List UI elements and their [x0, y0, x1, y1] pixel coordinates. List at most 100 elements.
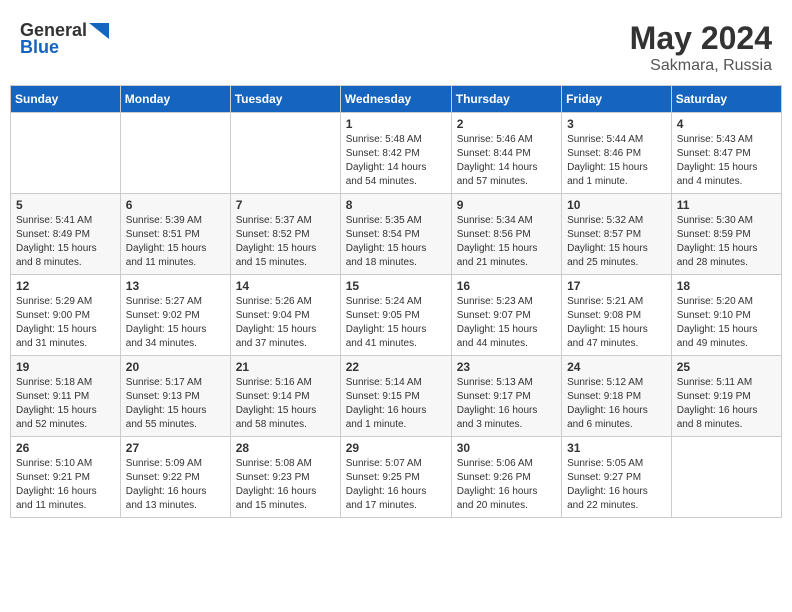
day-number: 28 [236, 441, 335, 455]
day-info: Sunrise: 5:10 AM Sunset: 9:21 PM Dayligh… [16, 457, 115, 513]
calendar-cell: 1 Sunrise: 5:48 AM Sunset: 8:42 PM Daylig… [340, 113, 451, 194]
day-number: 3 [567, 117, 666, 131]
day-info: Sunrise: 5:30 AM Sunset: 8:59 PM Dayligh… [677, 214, 776, 270]
day-number: 8 [346, 198, 446, 212]
day-number: 6 [126, 198, 225, 212]
day-info: Sunrise: 5:39 AM Sunset: 8:51 PM Dayligh… [126, 214, 225, 270]
calendar-cell: 19 Sunrise: 5:18 AM Sunset: 9:11 PM Dayli… [11, 356, 121, 437]
calendar-cell: 26Sunrise: 5:10 AM Sunset: 9:21 PM Dayli… [11, 437, 121, 518]
day-info: Sunrise: 5:17 AM Sunset: 9:13 PM Dayligh… [126, 376, 225, 432]
calendar-cell: 13Sunrise: 5:27 AM Sunset: 9:02 PM Dayli… [120, 275, 230, 356]
calendar-cell: 9 Sunrise: 5:34 AM Sunset: 8:56 PM Daylig… [451, 194, 561, 275]
day-info: Sunrise: 5:29 AM Sunset: 9:00 PM Dayligh… [16, 295, 115, 351]
calendar-cell [120, 113, 230, 194]
calendar-week-row: 1 Sunrise: 5:48 AM Sunset: 8:42 PM Daylig… [11, 113, 782, 194]
calendar-cell: 29 Sunrise: 5:07 AM Sunset: 9:25 PM Dayli… [340, 437, 451, 518]
day-number: 17 [567, 279, 666, 293]
column-header-saturday: Saturday [671, 86, 781, 113]
month-year-title: May 2024 [630, 20, 772, 57]
day-number: 16 [457, 279, 556, 293]
day-number: 10 [567, 198, 666, 212]
day-number: 24 [567, 360, 666, 374]
calendar-cell: 3Sunrise: 5:44 AM Sunset: 8:46 PM Daylig… [562, 113, 672, 194]
day-info: Sunrise: 5:06 AM Sunset: 9:26 PM Dayligh… [457, 457, 556, 513]
calendar-cell [11, 113, 121, 194]
day-number: 20 [126, 360, 225, 374]
day-number: 13 [126, 279, 225, 293]
day-number: 5 [16, 198, 115, 212]
day-info: Sunrise: 5:34 AM Sunset: 8:56 PM Dayligh… [457, 214, 556, 270]
location-subtitle: Sakmara, Russia [630, 57, 772, 75]
day-number: 23 [457, 360, 556, 374]
day-number: 1 [346, 117, 446, 131]
calendar-header-row: SundayMondayTuesdayWednesdayThursdayFrid… [11, 86, 782, 113]
column-header-tuesday: Tuesday [230, 86, 340, 113]
calendar-cell: 27 Sunrise: 5:09 AM Sunset: 9:22 PM Dayli… [120, 437, 230, 518]
day-number: 25 [677, 360, 776, 374]
day-info: Sunrise: 5:43 AM Sunset: 8:47 PM Dayligh… [677, 133, 776, 189]
day-number: 21 [236, 360, 335, 374]
day-info: Sunrise: 5:13 AM Sunset: 9:17 PM Dayligh… [457, 376, 556, 432]
calendar-cell: 11Sunrise: 5:30 AM Sunset: 8:59 PM Dayli… [671, 194, 781, 275]
day-number: 27 [126, 441, 225, 455]
day-number: 2 [457, 117, 556, 131]
calendar-cell: 16Sunrise: 5:23 AM Sunset: 9:07 PM Dayli… [451, 275, 561, 356]
calendar-cell: 31 Sunrise: 5:05 AM Sunset: 9:27 PM Dayli… [562, 437, 672, 518]
day-info: Sunrise: 5:12 AM Sunset: 9:18 PM Dayligh… [567, 376, 666, 432]
calendar-week-row: 19 Sunrise: 5:18 AM Sunset: 9:11 PM Dayli… [11, 356, 782, 437]
calendar-week-row: 26Sunrise: 5:10 AM Sunset: 9:21 PM Dayli… [11, 437, 782, 518]
day-number: 31 [567, 441, 666, 455]
column-header-thursday: Thursday [451, 86, 561, 113]
calendar-cell: 30 Sunrise: 5:06 AM Sunset: 9:26 PM Dayli… [451, 437, 561, 518]
day-number: 19 [16, 360, 115, 374]
calendar-cell: 5 Sunrise: 5:41 AM Sunset: 8:49 PM Daylig… [11, 194, 121, 275]
day-info: Sunrise: 5:05 AM Sunset: 9:27 PM Dayligh… [567, 457, 666, 513]
day-number: 7 [236, 198, 335, 212]
calendar-week-row: 12Sunrise: 5:29 AM Sunset: 9:00 PM Dayli… [11, 275, 782, 356]
calendar-cell: 25 Sunrise: 5:11 AM Sunset: 9:19 PM Dayli… [671, 356, 781, 437]
day-number: 9 [457, 198, 556, 212]
page-header: General Blue May 2024 Sakmara, Russia [10, 10, 782, 80]
calendar-cell: 18Sunrise: 5:20 AM Sunset: 9:10 PM Dayli… [671, 275, 781, 356]
day-number: 15 [346, 279, 446, 293]
title-block: May 2024 Sakmara, Russia [630, 20, 772, 75]
day-info: Sunrise: 5:16 AM Sunset: 9:14 PM Dayligh… [236, 376, 335, 432]
day-info: Sunrise: 5:14 AM Sunset: 9:15 PM Dayligh… [346, 376, 446, 432]
day-info: Sunrise: 5:41 AM Sunset: 8:49 PM Dayligh… [16, 214, 115, 270]
day-number: 29 [346, 441, 446, 455]
calendar-cell: 12Sunrise: 5:29 AM Sunset: 9:00 PM Dayli… [11, 275, 121, 356]
day-info: Sunrise: 5:07 AM Sunset: 9:25 PM Dayligh… [346, 457, 446, 513]
column-header-sunday: Sunday [11, 86, 121, 113]
day-number: 30 [457, 441, 556, 455]
day-info: Sunrise: 5:18 AM Sunset: 9:11 PM Dayligh… [16, 376, 115, 432]
calendar-cell: 21 Sunrise: 5:16 AM Sunset: 9:14 PM Dayli… [230, 356, 340, 437]
column-header-monday: Monday [120, 86, 230, 113]
day-info: Sunrise: 5:26 AM Sunset: 9:04 PM Dayligh… [236, 295, 335, 351]
calendar-cell: 6 Sunrise: 5:39 AM Sunset: 8:51 PM Daylig… [120, 194, 230, 275]
day-info: Sunrise: 5:37 AM Sunset: 8:52 PM Dayligh… [236, 214, 335, 270]
day-info: Sunrise: 5:09 AM Sunset: 9:22 PM Dayligh… [126, 457, 225, 513]
calendar-cell: 7 Sunrise: 5:37 AM Sunset: 8:52 PM Daylig… [230, 194, 340, 275]
day-info: Sunrise: 5:32 AM Sunset: 8:57 PM Dayligh… [567, 214, 666, 270]
day-number: 4 [677, 117, 776, 131]
calendar-cell: 24 Sunrise: 5:12 AM Sunset: 9:18 PM Dayli… [562, 356, 672, 437]
calendar-cell: 14 Sunrise: 5:26 AM Sunset: 9:04 PM Dayli… [230, 275, 340, 356]
calendar-cell [671, 437, 781, 518]
calendar-cell: 10 Sunrise: 5:32 AM Sunset: 8:57 PM Dayli… [562, 194, 672, 275]
logo-flag-icon [89, 23, 109, 39]
day-number: 22 [346, 360, 446, 374]
calendar-cell: 22 Sunrise: 5:14 AM Sunset: 9:15 PM Dayli… [340, 356, 451, 437]
calendar-cell [230, 113, 340, 194]
calendar-cell: 23 Sunrise: 5:13 AM Sunset: 9:17 PM Dayli… [451, 356, 561, 437]
calendar-cell: 17Sunrise: 5:21 AM Sunset: 9:08 PM Dayli… [562, 275, 672, 356]
day-info: Sunrise: 5:35 AM Sunset: 8:54 PM Dayligh… [346, 214, 446, 270]
day-number: 14 [236, 279, 335, 293]
day-info: Sunrise: 5:48 AM Sunset: 8:42 PM Dayligh… [346, 133, 446, 189]
calendar-cell: 28Sunrise: 5:08 AM Sunset: 9:23 PM Dayli… [230, 437, 340, 518]
day-info: Sunrise: 5:24 AM Sunset: 9:05 PM Dayligh… [346, 295, 446, 351]
day-info: Sunrise: 5:46 AM Sunset: 8:44 PM Dayligh… [457, 133, 556, 189]
calendar-cell: 2 Sunrise: 5:46 AM Sunset: 8:44 PM Daylig… [451, 113, 561, 194]
day-info: Sunrise: 5:11 AM Sunset: 9:19 PM Dayligh… [677, 376, 776, 432]
calendar-cell: 20 Sunrise: 5:17 AM Sunset: 9:13 PM Dayli… [120, 356, 230, 437]
calendar-cell: 8 Sunrise: 5:35 AM Sunset: 8:54 PM Daylig… [340, 194, 451, 275]
